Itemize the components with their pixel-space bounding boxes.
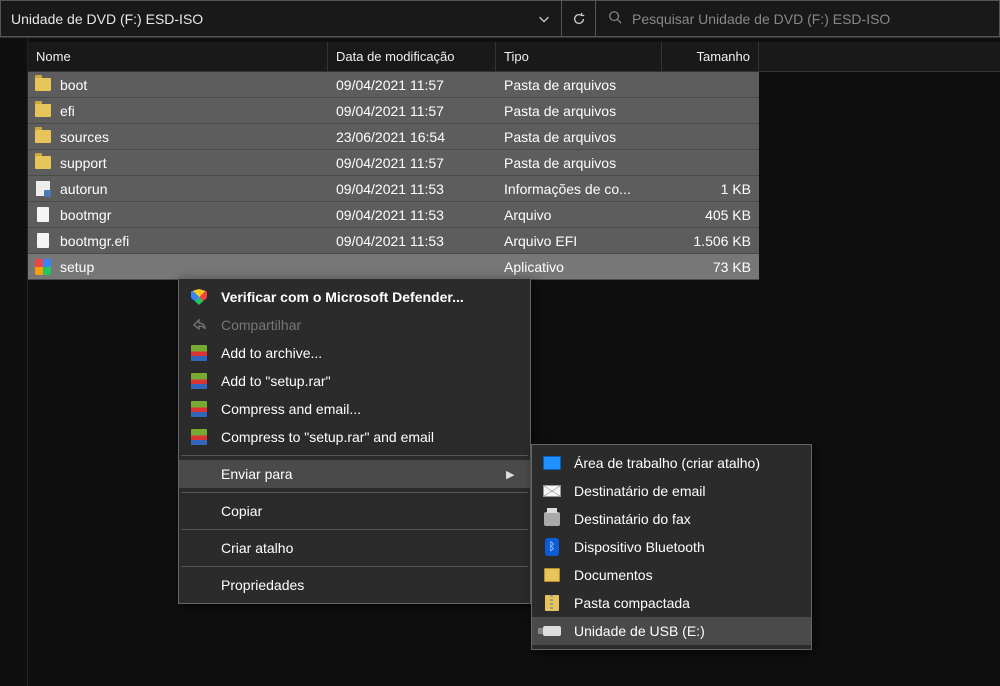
fax-icon	[542, 509, 562, 529]
separator	[181, 455, 528, 456]
send-to-submenu: Área de trabalho (criar atalho) Destinat…	[531, 444, 812, 650]
sendto-bluetooth[interactable]: ᛒ Dispositivo Bluetooth	[532, 533, 811, 561]
col-name[interactable]: Nome	[28, 42, 328, 71]
separator	[181, 529, 528, 530]
search-placeholder: Pesquisar Unidade de DVD (F:) ESD-ISO	[632, 11, 890, 27]
winrar-icon	[189, 371, 209, 391]
chevron-right-icon: ▶	[506, 468, 516, 481]
search-input[interactable]: Pesquisar Unidade de DVD (F:) ESD-ISO	[596, 0, 1000, 37]
sendto-zip[interactable]: Pasta compactada	[532, 589, 811, 617]
separator	[181, 492, 528, 493]
sendto-email[interactable]: Destinatário de email	[532, 477, 811, 505]
desktop-icon	[542, 453, 562, 473]
share-icon	[189, 315, 209, 335]
file-row[interactable]: boot 09/04/2021 11:57 Pasta de arquivos	[28, 72, 759, 98]
file-row[interactable]: bootmgr 09/04/2021 11:53 Arquivo 405 KB	[28, 202, 759, 228]
file-row[interactable]: autorun 09/04/2021 11:53 Informações de …	[28, 176, 759, 202]
navigation-pane-edge[interactable]	[0, 38, 28, 686]
ctx-copy[interactable]: Copiar	[179, 497, 530, 525]
column-headers: Nome Data de modificação Tipo Tamanho	[28, 42, 1000, 72]
winrar-icon	[189, 399, 209, 419]
ctx-create-shortcut[interactable]: Criar atalho	[179, 534, 530, 562]
ctx-defender[interactable]: Verificar com o Microsoft Defender...	[179, 283, 530, 311]
file-icon	[34, 206, 52, 224]
sendto-usb[interactable]: Unidade de USB (E:)	[532, 617, 811, 645]
sendto-desktop[interactable]: Área de trabalho (criar atalho)	[532, 449, 811, 477]
file-row[interactable]: sources 23/06/2021 16:54 Pasta de arquiv…	[28, 124, 759, 150]
col-type[interactable]: Tipo	[496, 42, 662, 71]
context-menu: Verificar com o Microsoft Defender... Co…	[178, 278, 531, 604]
ctx-share: Compartilhar	[179, 311, 530, 339]
file-row[interactable]: bootmgr.efi 09/04/2021 11:53 Arquivo EFI…	[28, 228, 759, 254]
col-size[interactable]: Tamanho	[662, 42, 759, 71]
documents-icon	[542, 565, 562, 585]
folder-icon	[34, 154, 52, 172]
ctx-add-setup-rar[interactable]: Add to "setup.rar"	[179, 367, 530, 395]
exe-icon	[34, 258, 52, 276]
usb-drive-icon	[542, 621, 562, 641]
folder-icon	[34, 128, 52, 146]
folder-icon	[34, 76, 52, 94]
file-list: boot 09/04/2021 11:57 Pasta de arquivos …	[28, 72, 759, 280]
zip-icon	[542, 593, 562, 613]
file-icon	[34, 232, 52, 250]
refresh-button[interactable]	[562, 0, 596, 37]
inf-icon	[34, 180, 52, 198]
ctx-properties[interactable]: Propriedades	[179, 571, 530, 599]
ctx-compress-setup-email[interactable]: Compress to "setup.rar" and email	[179, 423, 530, 451]
winrar-icon	[189, 343, 209, 363]
chevron-down-icon[interactable]	[537, 12, 551, 26]
winrar-icon	[189, 427, 209, 447]
ctx-add-archive[interactable]: Add to archive...	[179, 339, 530, 367]
bluetooth-icon: ᛒ	[542, 537, 562, 557]
folder-icon	[34, 102, 52, 120]
ctx-send-to[interactable]: Enviar para ▶	[179, 460, 530, 488]
address-text: Unidade de DVD (F:) ESD-ISO	[11, 11, 531, 27]
col-date[interactable]: Data de modificação	[328, 42, 496, 71]
search-icon	[608, 10, 622, 27]
sendto-fax[interactable]: Destinatário do fax	[532, 505, 811, 533]
file-row[interactable]: setup Aplicativo 73 KB	[28, 254, 759, 280]
address-bar[interactable]: Unidade de DVD (F:) ESD-ISO	[0, 0, 562, 37]
sendto-documents[interactable]: Documentos	[532, 561, 811, 589]
ctx-compress-email[interactable]: Compress and email...	[179, 395, 530, 423]
mail-icon	[542, 481, 562, 501]
separator	[181, 566, 528, 567]
file-row[interactable]: efi 09/04/2021 11:57 Pasta de arquivos	[28, 98, 759, 124]
shield-icon	[189, 287, 209, 307]
file-row[interactable]: support 09/04/2021 11:57 Pasta de arquiv…	[28, 150, 759, 176]
